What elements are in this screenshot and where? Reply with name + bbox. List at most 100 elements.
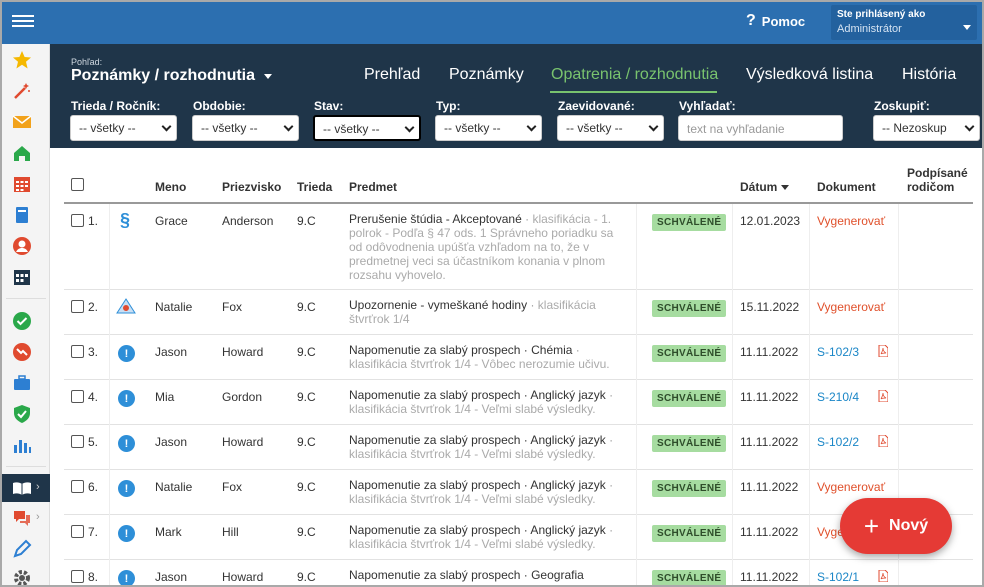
row-checkbox[interactable]: [71, 525, 84, 538]
document-link[interactable]: S-102/3: [817, 345, 859, 359]
header-priezvisko[interactable]: Priezvisko: [222, 180, 281, 194]
pdf-icon[interactable]: [878, 569, 889, 583]
add-new-button[interactable]: + Nový: [840, 498, 952, 554]
tab-prehlad[interactable]: Prehľad: [364, 66, 420, 84]
tab-historia[interactable]: História: [902, 66, 956, 84]
column-divider: [898, 380, 899, 425]
tab-vysledkova-listina[interactable]: Výsledková listina: [746, 66, 873, 84]
pdf-icon[interactable]: [878, 389, 889, 403]
row-checkbox[interactable]: [71, 214, 84, 227]
cell-predmet[interactable]: Napomenutie za slabý prospech · Geografi…: [349, 568, 629, 582]
chevron-down-icon[interactable]: [264, 74, 272, 79]
pdf-icon[interactable]: [878, 344, 889, 358]
generate-document-link[interactable]: Vygenerovať: [817, 214, 885, 228]
cell-predmet[interactable]: Napomenutie za slabý prospech · Anglický…: [349, 478, 629, 506]
cell-predmet[interactable]: Prerušenie štúdia - Akceptované · klasif…: [349, 212, 629, 282]
filter-stav-select[interactable]: -- všetky --: [313, 115, 421, 141]
table-row[interactable]: 3.! Jason Howard 9.C Napomenutie za slabý pr…: [64, 335, 973, 380]
table-row[interactable]: 5.! Jason Howard 9.C Napomenutie za slabý pr…: [64, 425, 973, 470]
view-title-dropdown[interactable]: Poznámky / rozhodnutia: [71, 67, 255, 85]
user-logged-as-label: Ste prihlásený ako: [837, 9, 926, 20]
header-predmet[interactable]: Predmet: [349, 180, 397, 194]
bar-chart-icon[interactable]: [10, 433, 34, 457]
filter-typ-value: -- všetky --: [444, 121, 501, 135]
open-book-icon[interactable]: [10, 476, 34, 500]
chat-icon[interactable]: [10, 506, 34, 530]
document-link[interactable]: S-102/2: [817, 435, 859, 449]
home-icon[interactable]: [10, 141, 34, 165]
envelope-icon[interactable]: [10, 110, 34, 134]
search-input[interactable]: text na vyhľadanie: [678, 115, 843, 141]
column-divider: [109, 425, 110, 470]
chevron-down-icon: [404, 122, 415, 133]
row-checkbox[interactable]: [71, 345, 84, 358]
row-checkbox[interactable]: [71, 390, 84, 403]
hamburger-menu-icon[interactable]: [12, 12, 34, 32]
schedule-icon[interactable]: [10, 265, 34, 289]
filter-trieda-select[interactable]: -- všetky --: [70, 115, 177, 141]
magic-wand-icon[interactable]: [10, 79, 34, 103]
header-dokument[interactable]: Dokument: [817, 180, 876, 194]
cell-predmet[interactable]: Upozornenie - vymeškané hodiny · klasifi…: [349, 298, 629, 326]
book-icon[interactable]: [10, 203, 34, 227]
chart-down-icon[interactable]: [10, 340, 34, 364]
pen-icon[interactable]: [10, 537, 34, 561]
page-header: Pohľad: Poznámky / rozhodnutia Prehľad P…: [50, 44, 982, 148]
shield-check-icon[interactable]: [10, 402, 34, 426]
row-checkbox[interactable]: [71, 570, 84, 583]
tab-poznamky[interactable]: Poznámky: [449, 66, 524, 84]
row-checkbox[interactable]: [71, 480, 84, 493]
row-checkbox[interactable]: [71, 435, 84, 448]
cell-predmet[interactable]: Napomenutie za slabý prospech · Chémia ·…: [349, 343, 629, 371]
select-all-checkbox[interactable]: [71, 178, 84, 191]
filter-zaevidovane-select[interactable]: -- všetky --: [557, 115, 664, 141]
user-menu[interactable]: Ste prihlásený ako Administrátor: [831, 5, 977, 40]
check-circle-icon[interactable]: [10, 309, 34, 333]
header-datum[interactable]: Dátum: [740, 180, 789, 194]
cell-predmet[interactable]: Napomenutie za slabý prospech · Anglický…: [349, 433, 629, 461]
briefcase-icon[interactable]: [10, 371, 34, 395]
cell-predmet[interactable]: Napomenutie za slabý prospech · Anglický…: [349, 388, 629, 416]
table-row[interactable]: 2. Natalie Fox 9.C Upozornenie - vymeškané h…: [64, 290, 973, 335]
exclamation-icon: !: [118, 525, 135, 542]
document-link[interactable]: S-210/4: [817, 390, 859, 404]
user-icon[interactable]: [10, 234, 34, 258]
cell-trieda: 9.C: [297, 214, 316, 228]
row-number: 2.: [88, 300, 99, 314]
generate-document-link[interactable]: Vygenerovať: [817, 300, 885, 314]
header-meno[interactable]: Meno: [155, 180, 186, 194]
tab-opatrenia[interactable]: Opatrenia / rozhodnutia: [551, 66, 718, 84]
sidebar-divider: [6, 466, 46, 467]
app-window: ? Pomoc Ste prihlásený ako Administrátor…: [0, 0, 984, 587]
cell-priezvisko: Fox: [222, 480, 243, 494]
filter-zoskupit-select[interactable]: -- Nezoskup: [873, 115, 980, 141]
help-button[interactable]: ? Pomoc: [746, 12, 805, 30]
gear-icon[interactable]: [10, 566, 34, 585]
document-link[interactable]: S-102/1: [817, 570, 859, 584]
cell-predmet[interactable]: Napomenutie za slabý prospech · Anglický…: [349, 523, 629, 551]
pdf-icon[interactable]: [878, 434, 889, 448]
generate-document-link[interactable]: Vygenerovať: [817, 480, 885, 494]
star-icon[interactable]: [10, 48, 34, 72]
row-checkbox[interactable]: [71, 300, 84, 313]
column-divider: [109, 204, 110, 290]
column-divider: [109, 335, 110, 380]
column-divider: [636, 380, 637, 425]
row-number: 5.: [88, 435, 99, 449]
table-row[interactable]: 4.! Mia Gordon 9.C Napomenutie za slabý pros…: [64, 380, 973, 425]
filter-obdobie-select[interactable]: -- všetky --: [192, 115, 299, 141]
cell-datum: 15.11.2022: [740, 300, 800, 314]
filter-stav-label: Stav:: [314, 99, 344, 113]
table-row[interactable]: 1. § Grace Anderson 9.C Prerušenie štúdia - A…: [64, 204, 973, 290]
table-row[interactable]: 6.! Natalie Fox 9.C Napomenutie za slabý pro…: [64, 470, 973, 515]
predmet-separator: ·: [572, 343, 580, 357]
header-trieda[interactable]: Trieda: [297, 180, 332, 194]
status-badge: SCHVÁLENÉ: [652, 390, 727, 407]
table-row[interactable]: 8.! Jason Howard 9.C Napomenutie za slabý pr…: [64, 560, 973, 585]
calendar-icon[interactable]: [10, 172, 34, 196]
table-row[interactable]: 7.! Mark Hill 9.C Napomenutie za slabý prosp…: [64, 515, 973, 560]
cell-priezvisko: Gordon: [222, 390, 263, 404]
column-divider: [809, 335, 810, 380]
filter-trieda-label: Trieda / Ročník:: [71, 99, 161, 113]
filter-typ-select[interactable]: -- všetky --: [435, 115, 542, 141]
